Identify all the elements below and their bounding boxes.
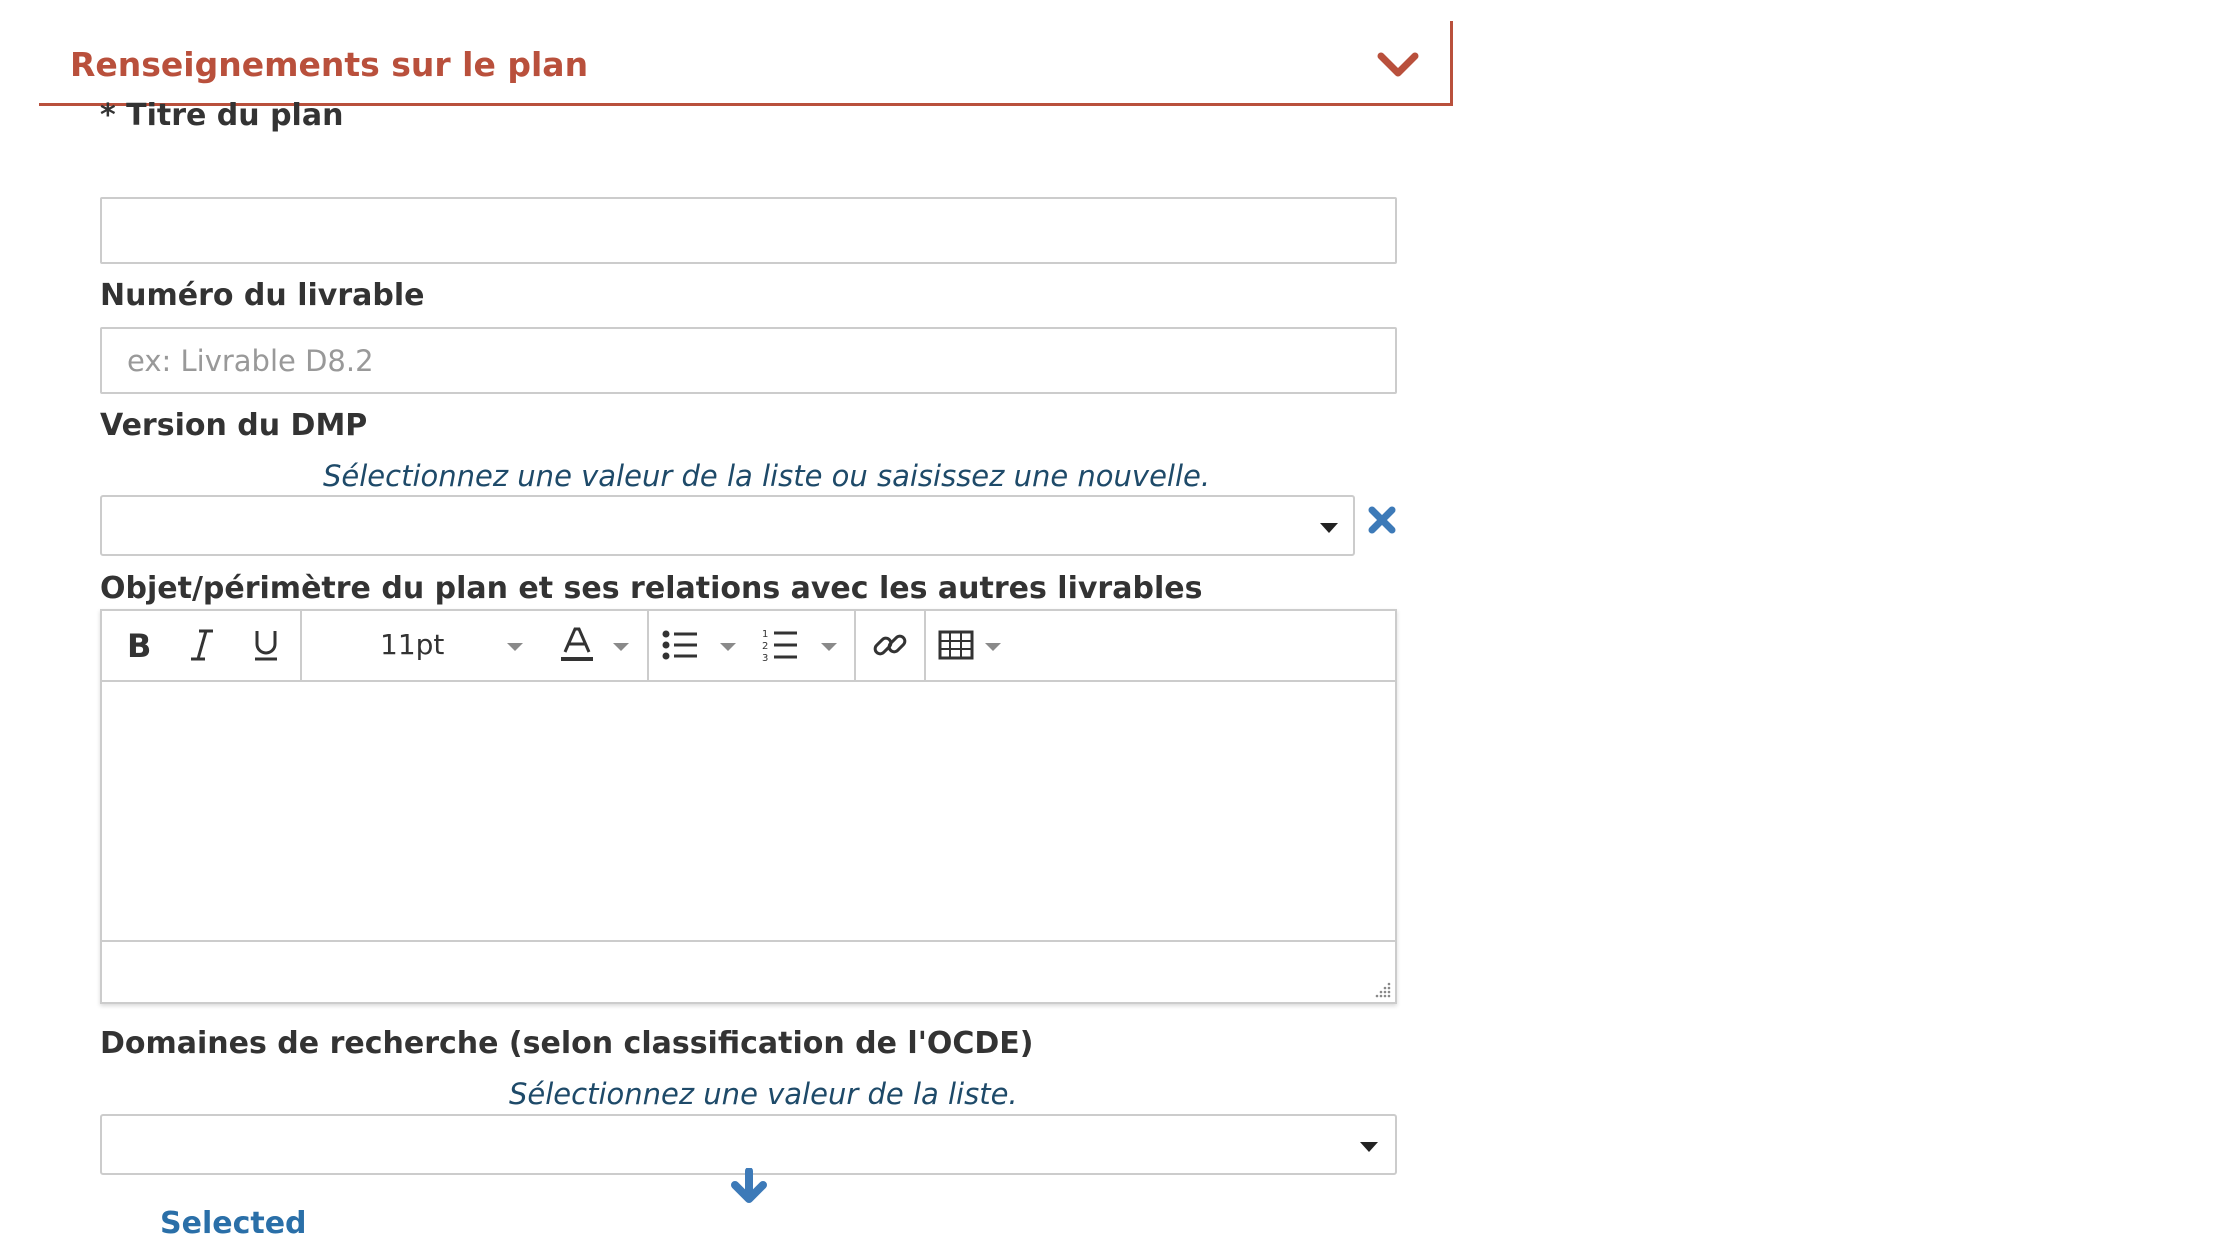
scope-editor: B 11pt 1 2 3 xyxy=(100,609,1397,1004)
bold-icon[interactable]: B xyxy=(116,623,160,667)
dmp-version-label: Version du DMP xyxy=(100,408,368,443)
scope-editor-body[interactable] xyxy=(102,682,1395,942)
panel-title: Renseignements sur le plan xyxy=(70,45,589,84)
title-input[interactable] xyxy=(100,197,1397,264)
caret-down-icon[interactable] xyxy=(720,643,736,651)
research-domains-help: Sélectionnez une valeur de la liste. xyxy=(509,1077,1018,1111)
deliverable-number-label: Numéro du livrable xyxy=(100,278,425,313)
text-color-icon[interactable] xyxy=(555,623,599,667)
title-label: * Titre du plan xyxy=(100,98,344,133)
research-domains-label: Domaines de recherche (selon classificat… xyxy=(100,1026,1034,1061)
arrow-down-icon[interactable] xyxy=(730,1167,768,1204)
svg-text:B: B xyxy=(127,629,151,661)
close-icon[interactable] xyxy=(1367,505,1397,535)
dmp-version-select[interactable] xyxy=(100,495,1355,556)
caret-down-icon[interactable] xyxy=(985,643,1001,651)
caret-down-icon[interactable] xyxy=(821,643,837,651)
resize-handle-icon[interactable] xyxy=(1373,980,1391,998)
svg-text:3: 3 xyxy=(762,653,768,663)
deliverable-number-input[interactable] xyxy=(100,327,1397,394)
table-icon[interactable] xyxy=(934,623,978,667)
panel-heading[interactable]: Renseignements sur le plan xyxy=(39,21,1453,106)
svg-text:2: 2 xyxy=(762,641,768,652)
plan-details-form: Renseignements sur le plan * Titre du pl… xyxy=(0,0,2238,1241)
caret-down-icon xyxy=(1320,523,1338,533)
underline-icon[interactable] xyxy=(244,623,288,667)
italic-icon[interactable] xyxy=(180,623,224,667)
caret-down-icon[interactable] xyxy=(507,643,523,651)
caret-down-icon xyxy=(1360,1142,1378,1152)
svg-text:1: 1 xyxy=(762,629,768,640)
numbered-list-icon[interactable]: 1 2 3 xyxy=(758,623,802,667)
chevron-down-icon[interactable] xyxy=(1375,47,1421,81)
editor-toolbar: B 11pt 1 2 3 xyxy=(102,611,1395,682)
selected-label: Selected xyxy=(160,1206,307,1241)
link-icon[interactable] xyxy=(868,623,912,667)
research-domains-select[interactable] xyxy=(100,1114,1397,1175)
bullet-list-icon[interactable] xyxy=(658,623,702,667)
caret-down-icon[interactable] xyxy=(613,643,629,651)
scope-label: Objet/périmètre du plan et ses relations… xyxy=(100,571,1203,606)
editor-statusbar xyxy=(102,940,1395,1002)
dmp-version-help: Sélectionnez une valeur de la liste ou s… xyxy=(323,459,1211,493)
font-size-select[interactable]: 11pt xyxy=(380,628,444,661)
